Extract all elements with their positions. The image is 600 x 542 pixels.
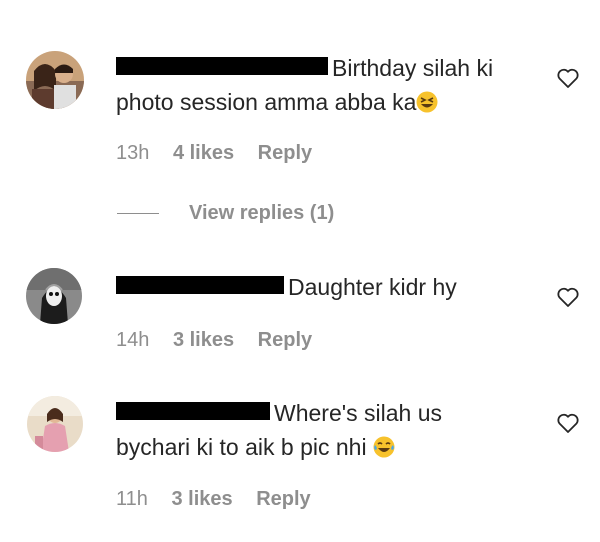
comment-time: 13h [116, 142, 150, 164]
heart-outline-icon[interactable] [556, 411, 580, 435]
comment-meta: 13h 4 likes Reply [116, 142, 330, 165]
reply-button[interactable]: Reply [256, 488, 310, 510]
avatar[interactable] [26, 268, 82, 324]
divider-line [117, 213, 159, 215]
likes-count[interactable]: 4 likes [173, 142, 234, 164]
heart-outline-icon[interactable] [556, 66, 580, 90]
likes-count[interactable]: 3 likes [171, 488, 232, 510]
heart-outline-icon[interactable] [556, 285, 580, 309]
comment-time: 11h [116, 488, 148, 510]
likes-count[interactable]: 3 likes [173, 329, 234, 351]
comment-meta: 14h 3 likes Reply [116, 329, 330, 352]
redacted-username [116, 402, 270, 420]
comment-text: Daughter kidr hy [116, 270, 546, 304]
comment-time: 14h [116, 329, 150, 351]
reply-button[interactable]: Reply [258, 142, 312, 164]
redacted-username [116, 57, 328, 75]
view-replies-button[interactable]: View replies (1) [117, 202, 334, 225]
laughing-squint-emoji [416, 91, 438, 113]
redacted-username [116, 276, 284, 294]
avatar[interactable] [27, 396, 83, 452]
avatar[interactable] [26, 51, 84, 109]
tears-of-joy-emoji [373, 436, 395, 458]
comment-text: Birthday silah ki photo session amma abb… [116, 55, 494, 115]
reply-button[interactable]: Reply [258, 329, 312, 351]
comment-meta: 11h 3 likes Reply [116, 488, 329, 511]
comment-text: Where's silah us bychari ki to aik b pic… [116, 400, 443, 460]
